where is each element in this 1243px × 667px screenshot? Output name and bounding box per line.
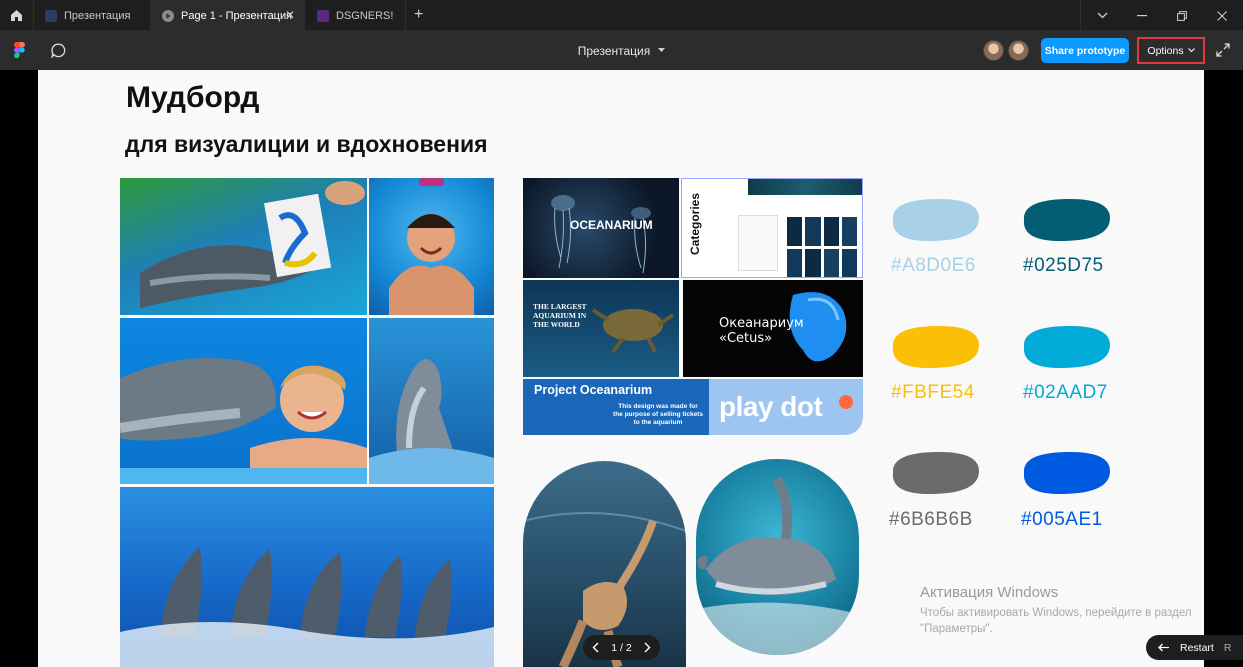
tab-separator: [405, 0, 406, 31]
largest-aquarium-card: THE LARGEST AQUARIUM IN THE WORLD: [523, 280, 679, 377]
dolphin-splash-photo: [696, 459, 859, 655]
tab-presentation[interactable]: Презентация: [33, 0, 149, 31]
color-hex-label: #A8D0E6: [891, 255, 976, 276]
expand-fullscreen-icon[interactable]: [1215, 42, 1231, 58]
cetus-web-card: Океанариум «Cetus»: [683, 280, 863, 377]
color-hex-label: #025D75: [1023, 255, 1104, 276]
girl-with-dolphin-photo: [120, 318, 367, 484]
restart-label: Restart: [1180, 641, 1214, 654]
file-icon: [317, 9, 329, 22]
comment-icon[interactable]: [51, 43, 66, 58]
categories-grid: [787, 217, 857, 277]
windows-activation-title: Активация Windows: [920, 584, 1059, 601]
color-hex-label: #6B6B6B: [889, 509, 973, 530]
tab-list-chevron-icon[interactable]: [1082, 0, 1122, 31]
categories-list-panel: [738, 215, 778, 271]
chevron-down-icon[interactable]: [658, 48, 666, 53]
minimize-icon[interactable]: [1122, 0, 1162, 31]
document-title-label[interactable]: Презентация: [578, 44, 651, 58]
dolphin-painting-photo: [120, 178, 367, 315]
windows-activation-text: Чтобы активировать Windows, перейдите в …: [920, 607, 1192, 635]
tab-separator: [1080, 0, 1081, 31]
restart-arrow-icon: [1158, 643, 1169, 652]
color-swatch: [892, 198, 979, 242]
page-pager: 1 / 2: [583, 635, 660, 660]
browser-tab-bar: Презентация Page 1 - Презентация ✕ DSGNE…: [0, 0, 1243, 31]
page-indicator: 1 / 2: [611, 641, 632, 654]
project-oceanarium-card: Project Oceanarium This design was made …: [523, 379, 709, 435]
dolphin-head-photo: [369, 318, 494, 484]
color-swatch: [1023, 325, 1110, 369]
prototype-toolbar: Презентация Share prototype Options: [0, 31, 1243, 70]
close-tab-icon[interactable]: ✕: [285, 8, 295, 22]
playdot-card: play dot: [709, 379, 863, 435]
home-button[interactable]: [0, 0, 33, 31]
card-largest-aquarium-label: THE LARGEST AQUARIUM IN THE WORLD: [533, 302, 587, 329]
categories-header-strip: [748, 179, 862, 195]
color-swatch: [1023, 451, 1110, 495]
boy-underwater-photo: [369, 178, 494, 315]
figma-logo-icon[interactable]: [14, 42, 25, 58]
share-prototype-label: Share prototype: [1044, 44, 1126, 57]
share-prototype-button[interactable]: Share prototype: [1041, 38, 1129, 63]
home-icon: [11, 10, 22, 21]
moodboard-frame: Мудборд для визуалиции и вдохновения OCE…: [38, 70, 1204, 667]
categories-web-card: Categories: [681, 178, 863, 278]
tab-label: Page 1 - Презентация: [181, 9, 293, 22]
new-tab-plus-icon[interactable]: +: [414, 6, 423, 24]
options-label: Options: [1147, 44, 1184, 57]
avatar[interactable]: [983, 40, 1004, 61]
options-button[interactable]: Options: [1137, 37, 1205, 64]
color-hex-label: #005AE1: [1021, 509, 1103, 530]
card-playdot-label: play dot: [719, 391, 823, 422]
restart-shortcut-key: R: [1223, 641, 1232, 654]
dolphins-jumping-photo: [120, 487, 494, 667]
chevron-down-icon: [1187, 48, 1195, 53]
avatar[interactable]: [1008, 40, 1029, 61]
card-cetus-label: Океанариум «Cetus»: [719, 316, 804, 346]
restart-button[interactable]: Restart R: [1146, 635, 1243, 660]
restore-window-icon[interactable]: [1162, 0, 1202, 31]
card-oceanarium-label: OCEANARIUM: [570, 218, 653, 232]
oceanarium-web-card: OCEANARIUM: [523, 178, 679, 278]
tab-label: Презентация: [64, 9, 131, 22]
tab-page1-presentation[interactable]: Page 1 - Презентация ✕: [150, 0, 305, 31]
color-hex-label: #02AAD7: [1023, 382, 1108, 403]
chevron-right-icon[interactable]: [644, 642, 651, 653]
card-categories-label: Categories: [688, 192, 702, 255]
card-project-desc: This design was made for the purpose of …: [613, 403, 703, 426]
tab-dsgners[interactable]: DSGNERS!: [305, 0, 405, 31]
tab-label: DSGNERS!: [336, 9, 394, 22]
chevron-left-icon[interactable]: [592, 642, 599, 653]
color-hex-label: #FBFE54: [891, 382, 975, 403]
color-swatch: [892, 451, 979, 495]
page-title: Мудборд: [126, 81, 260, 114]
page-subtitle: для визуалиции и вдохновения: [125, 131, 488, 157]
play-icon: [162, 9, 174, 22]
card-project-title: Project Oceanarium: [534, 383, 653, 397]
file-icon: [45, 9, 57, 22]
close-window-icon[interactable]: [1202, 0, 1242, 31]
color-swatch: [892, 325, 979, 369]
playdot-dot: [839, 395, 853, 409]
color-swatch: [1023, 198, 1110, 242]
